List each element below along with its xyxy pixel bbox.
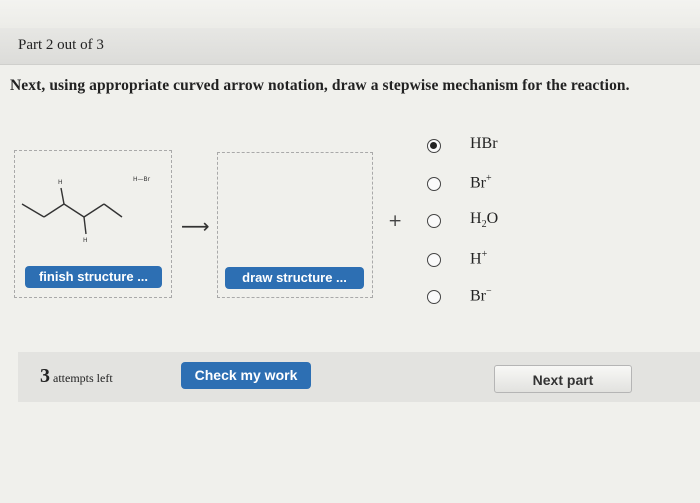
finish-structure-button[interactable]: finish structure ... <box>25 266 162 288</box>
attempts-text: attempts left <box>53 371 113 385</box>
option-label-h-plus: H+ <box>470 249 488 268</box>
attempts-left: 3 attempts left <box>40 365 113 388</box>
option-label-h2o: H2O <box>470 210 499 231</box>
h-bottom-label: H <box>83 237 88 244</box>
question-text: Next, using appropriate curved arrow not… <box>10 77 630 94</box>
top-bar <box>0 0 700 28</box>
part-header: Part 2 out of 3 <box>0 28 700 65</box>
hbr-structure-label: H—Br <box>133 176 151 183</box>
radio-hbr[interactable] <box>427 139 441 153</box>
option-label-br-minus: Br− <box>470 286 492 305</box>
reaction-arrow-icon: ⟶ <box>181 214 210 238</box>
next-part-button[interactable]: Next part <box>494 365 632 393</box>
radio-h-plus[interactable] <box>427 253 441 267</box>
radio-br-minus[interactable] <box>427 290 441 304</box>
check-my-work-button[interactable]: Check my work <box>181 362 311 389</box>
draw-structure-button[interactable]: draw structure ... <box>225 267 364 289</box>
plus-sign: + <box>388 211 403 231</box>
h-top-label: H <box>58 179 63 186</box>
option-label-hbr: HBr <box>470 135 498 152</box>
attempts-count: 3 <box>40 365 50 387</box>
part-title: Part 2 out of 3 <box>18 37 104 53</box>
radio-br-plus[interactable] <box>427 177 441 191</box>
radio-h2o[interactable] <box>427 214 441 228</box>
option-label-br-plus: Br+ <box>470 173 492 192</box>
